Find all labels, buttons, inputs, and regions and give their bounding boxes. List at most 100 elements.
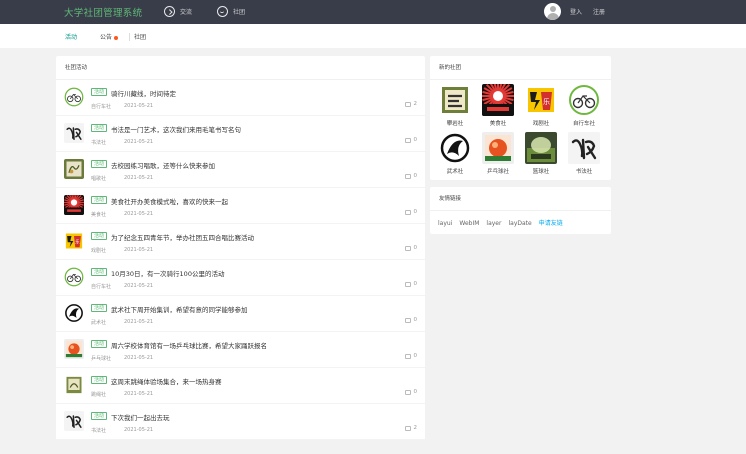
post-date: 2021-05-21 xyxy=(124,319,154,325)
activity-tag: 活动 xyxy=(91,88,108,96)
club-name[interactable]: 攀岩社 xyxy=(438,119,472,127)
activity-row[interactable]: 活动 这周末跳绳体验场集合，来一场热身赛 跳绳社 2021-05-21 0 xyxy=(56,368,425,404)
club-card[interactable]: 乐戏剧社 xyxy=(524,84,558,127)
activity-row[interactable]: 活动 下次我们一起出去玩 书法社 2021-05-21 2 xyxy=(56,404,425,440)
nav-item-label: 交流 xyxy=(180,9,193,16)
register-link[interactable]: 注册 xyxy=(593,7,605,16)
tab-label: 公告 xyxy=(100,34,113,41)
comment-count: 2 xyxy=(404,425,418,431)
sub-nav: 活动 公告 社团 xyxy=(0,24,746,48)
comment-count: 0 xyxy=(404,173,417,179)
club-card[interactable]: 篮球社 xyxy=(524,132,558,175)
club-logo[interactable] xyxy=(439,84,471,116)
activity-title[interactable]: 周六学校体育馆有一场乒乓球比赛，希望大家踊跃报名 xyxy=(111,340,267,350)
activity-title[interactable]: 10月30日，有一次骑行100公里的活动 xyxy=(111,268,224,278)
club-logo[interactable] xyxy=(482,132,514,164)
club-name[interactable]: 自行车社 xyxy=(91,103,111,110)
club-card[interactable]: 自行车社 xyxy=(567,84,601,127)
club-avatar[interactable] xyxy=(64,267,84,287)
club-name[interactable]: 篮球社 xyxy=(524,167,558,175)
club-name[interactable]: 唱歌社 xyxy=(91,175,106,182)
club-avatar[interactable]: 乐 xyxy=(64,231,84,251)
club-logo[interactable] xyxy=(525,132,557,164)
club-name[interactable]: 戏剧社 xyxy=(91,247,106,254)
club-name[interactable]: 书法社 xyxy=(91,139,106,146)
club-name[interactable]: 乒乓球社 xyxy=(481,167,515,175)
club-card[interactable]: 美食社 xyxy=(481,84,515,127)
post-date: 2021-05-21 xyxy=(124,175,154,181)
club-name[interactable]: 书法社 xyxy=(567,167,601,175)
activity-row[interactable]: 活动 美食社开办美食模式啦，喜欢的快来一起 美食社 2021-05-21 0 xyxy=(56,188,425,224)
activity-title[interactable]: 武术社下周开始集训，希望有意的同学能够参加 xyxy=(111,304,248,314)
activity-row[interactable]: 活动 去校园练习唱歌，还等什么快来参加 唱歌社 2021-05-21 0 xyxy=(56,152,425,188)
activity-tag: 活动 xyxy=(91,268,108,276)
comment-icon xyxy=(404,353,411,359)
club-avatar[interactable] xyxy=(64,339,84,359)
site-logo[interactable]: 大学社团管理系统 xyxy=(64,5,142,19)
activity-row[interactable]: 活动 10月30日，有一次骑行100公里的活动 自行车社 2021-05-21 0 xyxy=(56,260,425,296)
club-avatar[interactable] xyxy=(64,375,84,395)
club-name[interactable]: 戏剧社 xyxy=(524,119,558,127)
club-card[interactable]: 书法社 xyxy=(567,132,601,175)
activity-feed-panel: 社团活动 活动 骑行川藏线，时间待定 自行车社 2021-05-21 2 活动 书法是一门艺… xyxy=(56,56,425,440)
comment-number: 0 xyxy=(413,245,418,251)
activity-title[interactable]: 骑行川藏线，时间待定 xyxy=(111,88,176,98)
panel-title: 新的社团 xyxy=(430,56,611,80)
top-header: 大学社团管理系统 交流 社团 登入 注册 xyxy=(0,0,746,24)
club-card[interactable]: 武术社 xyxy=(438,132,472,175)
tab-clubs[interactable]: 社团 xyxy=(134,32,146,41)
link-laydate[interactable]: layDate xyxy=(508,220,531,227)
tab-activities[interactable]: 活动 xyxy=(65,32,77,41)
club-avatar[interactable] xyxy=(64,87,84,107)
link-layer[interactable]: layer xyxy=(486,220,501,227)
activity-row[interactable]: 活动 周六学校体育馆有一场乒乓球比赛，希望大家踊跃报名 乒乓球社 2021-05-21… xyxy=(56,332,425,368)
comment-count: 0 xyxy=(404,317,417,323)
club-logo[interactable] xyxy=(482,84,514,116)
activity-row[interactable]: 活动 骑行川藏线，时间待定 自行车社 2021-05-21 2 xyxy=(56,80,425,116)
activity-title[interactable]: 美食社开办美食模式啦，喜欢的快来一起 xyxy=(111,196,228,206)
club-name[interactable]: 武术社 xyxy=(438,167,472,175)
comment-count: 0 xyxy=(404,209,418,215)
activity-row[interactable]: 活动 武术社下周开始集训，希望有意的同学能够参加 武术社 2021-05-21 0 xyxy=(56,296,425,332)
club-name[interactable]: 美食社 xyxy=(481,119,515,127)
link-layui[interactable]: layui xyxy=(438,220,452,227)
activity-title[interactable]: 书法是一门艺术，这次我们来用毛笔书写名句 xyxy=(111,124,241,134)
smile-icon xyxy=(217,6,228,17)
club-avatar[interactable] xyxy=(64,195,84,215)
activity-row[interactable]: 活动 书法是一门艺术，这次我们来用毛笔书写名句 书法社 2021-05-21 0 xyxy=(56,116,425,152)
nav-item-clubs[interactable]: 社团 xyxy=(217,6,245,17)
club-name[interactable]: 武术社 xyxy=(91,319,106,326)
link-webim[interactable]: WebIM xyxy=(459,220,479,227)
activity-row[interactable]: 乐活动 为了纪念五四青年节，举办社团五四合唱比赛活动 戏剧社 2021-05-21 0 xyxy=(56,224,425,260)
club-avatar[interactable] xyxy=(64,411,84,431)
comment-count: 0 xyxy=(404,281,417,287)
comment-number: 0 xyxy=(413,353,418,359)
activity-tag: 活动 xyxy=(91,376,108,384)
activity-title[interactable]: 这周末跳绳体验场集合，来一场热身赛 xyxy=(111,376,222,386)
club-logo[interactable] xyxy=(568,84,600,116)
club-card[interactable]: 攀岩社 xyxy=(438,84,472,127)
activity-title[interactable]: 为了纪念五四青年节，举办社团五四合唱比赛活动 xyxy=(111,232,254,242)
nav-item-exchange[interactable]: 交流 xyxy=(164,6,192,17)
activity-title[interactable]: 去校园练习唱歌，还等什么快来参加 xyxy=(111,160,215,170)
tab-announcements[interactable]: 公告 xyxy=(100,32,119,41)
comment-number: 2 xyxy=(413,425,418,431)
club-logo[interactable]: 乐 xyxy=(525,84,557,116)
activity-title[interactable]: 下次我们一起出去玩 xyxy=(111,412,170,422)
club-logo[interactable] xyxy=(439,132,471,164)
club-card[interactable]: 乒乓球社 xyxy=(481,132,515,175)
club-name[interactable]: 跳绳社 xyxy=(91,391,106,398)
club-avatar[interactable] xyxy=(64,123,84,143)
club-avatar[interactable] xyxy=(64,303,84,323)
club-logo[interactable] xyxy=(568,132,600,164)
club-name[interactable]: 乒乓球社 xyxy=(91,355,111,362)
link-apply[interactable]: 申请友链 xyxy=(539,220,563,227)
club-avatar[interactable] xyxy=(64,159,84,179)
user-avatar-icon[interactable] xyxy=(544,3,561,20)
club-name[interactable]: 自行车社 xyxy=(91,283,111,290)
club-name[interactable]: 自行车社 xyxy=(567,119,601,127)
comment-number: 0 xyxy=(413,209,418,215)
login-link[interactable]: 登入 xyxy=(570,7,582,16)
club-name[interactable]: 美食社 xyxy=(91,211,106,218)
club-name[interactable]: 书法社 xyxy=(91,427,106,434)
